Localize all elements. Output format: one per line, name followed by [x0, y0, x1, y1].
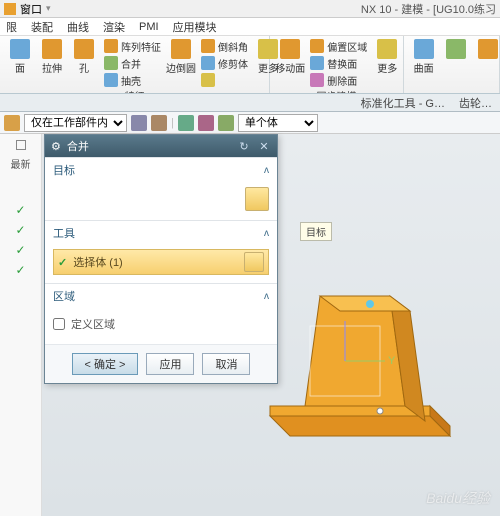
- define-region-checkbox[interactable]: [53, 318, 65, 330]
- window-menu[interactable]: 窗口: [20, 1, 42, 17]
- menubar: 限 装配 曲线 渲染 PMI 应用模块: [0, 18, 500, 36]
- chevron-up-icon: ʌ: [264, 228, 269, 239]
- menu-curve[interactable]: 曲线: [67, 19, 89, 35]
- tool-body-icon[interactable]: [244, 252, 264, 272]
- chevron-up-icon: ʌ: [264, 165, 269, 176]
- ribbon-chamfer[interactable]: 倒斜角: [199, 38, 250, 54]
- section-tool: 工具ʌ ✓ 选择体 (1): [45, 220, 277, 283]
- ribbon-tab-std[interactable]: 标准化工具 - G…: [357, 95, 449, 111]
- check-icon: ✓: [15, 263, 25, 277]
- section-header-region[interactable]: 区域ʌ: [45, 284, 277, 308]
- menu-xian[interactable]: 限: [6, 19, 17, 35]
- check-icon: ✓: [15, 243, 25, 257]
- sel-icon[interactable]: [4, 115, 20, 131]
- menu-assembly[interactable]: 装配: [31, 19, 53, 35]
- apply-button[interactable]: 应用: [146, 353, 194, 375]
- cancel-button[interactable]: 取消: [202, 353, 250, 375]
- ribbon-s3[interactable]: [474, 38, 500, 60]
- titlebar: 窗口 ▾ NX 10 - 建模 - [UG10.0练习: [0, 0, 500, 18]
- ribbon-group-surface: 曲面: [404, 36, 500, 93]
- ribbon-unite[interactable]: 合并: [102, 55, 163, 71]
- tooltip-target: 目标: [300, 222, 332, 241]
- ribbon-more2[interactable]: 更多: [373, 38, 401, 76]
- ribbon-shell[interactable]: 抽壳: [102, 72, 163, 88]
- section-header-tool[interactable]: 工具ʌ: [45, 221, 277, 245]
- ribbon-tab-gear[interactable]: 齿轮…: [455, 95, 496, 111]
- tool-select-label: 选择体 (1): [73, 254, 238, 270]
- ribbon-replace[interactable]: 替换面: [308, 55, 369, 71]
- ribbon-pattern[interactable]: 阵列特征: [102, 38, 163, 54]
- ribbon-s2[interactable]: [442, 38, 470, 60]
- sel-i3[interactable]: [151, 115, 167, 131]
- ribbon-extrude[interactable]: 拉伸: [38, 38, 66, 76]
- define-region-row[interactable]: 定义区域: [53, 312, 269, 336]
- latest-label: 最新: [11, 156, 31, 171]
- unite-dialog: ⚙ 合并 ↻ ✕ 目标ʌ 工具ʌ ✓: [44, 134, 278, 384]
- ribbon-group-feature: 面 拉伸 孔 阵列特征 合并 抽壳 边倒圆 倒斜角 修剪体 更多 特征: [0, 36, 270, 93]
- dialog-buttons: < 确定 > 应用 取消: [45, 344, 277, 383]
- section-region: 区域ʌ 定义区域: [45, 283, 277, 344]
- svg-text:Y: Y: [388, 355, 396, 367]
- dialog-titlebar[interactable]: ⚙ 合并 ↻ ✕: [45, 135, 277, 157]
- ribbon-face[interactable]: 面: [6, 38, 34, 76]
- ribbon-moveface[interactable]: 移动面: [276, 38, 304, 76]
- close-icon[interactable]: ✕: [257, 139, 271, 153]
- cube-icon: [4, 3, 16, 15]
- ribbon-hole[interactable]: 孔: [70, 38, 98, 76]
- ribbon-tabstrip: 标准化工具 - G… 齿轮…: [0, 94, 500, 112]
- chevron-up-icon: ʌ: [264, 291, 269, 302]
- ribbon-offset[interactable]: 偏置区域: [308, 38, 369, 54]
- ribbon-edgeblend[interactable]: 边倒圆: [167, 38, 195, 76]
- checkbox-icon[interactable]: [16, 140, 26, 150]
- left-panel: 最新 ✓ ✓ ✓ ✓: [0, 134, 42, 516]
- sel-i2[interactable]: [131, 115, 147, 131]
- menu-pmi[interactable]: PMI: [139, 21, 159, 33]
- ok-button[interactable]: < 确定 >: [72, 353, 139, 375]
- ribbon: 面 拉伸 孔 阵列特征 合并 抽壳 边倒圆 倒斜角 修剪体 更多 特征 移动面 …: [0, 36, 500, 94]
- reset-icon[interactable]: ↻: [237, 139, 251, 153]
- sel-i4[interactable]: [178, 115, 194, 131]
- section-target: 目标ʌ: [45, 157, 277, 220]
- selection-toolbar: 仅在工作部件内 | 单个体: [0, 112, 500, 134]
- tool-select-row[interactable]: ✓ 选择体 (1): [53, 249, 269, 275]
- ribbon-delete[interactable]: 删除面: [308, 72, 369, 88]
- ribbon-trim[interactable]: 修剪体: [199, 55, 250, 71]
- scope-select[interactable]: 仅在工作部件内: [24, 114, 127, 132]
- check-icon: ✓: [58, 256, 67, 269]
- watermark: Baidu经验: [426, 488, 490, 508]
- section-header-target[interactable]: 目标ʌ: [45, 158, 277, 182]
- gear-icon[interactable]: ⚙: [51, 140, 61, 153]
- ribbon-surface[interactable]: 曲面: [410, 38, 438, 76]
- target-body-icon[interactable]: [245, 187, 269, 211]
- app-title: NX 10 - 建模 - [UG10.0练习: [361, 1, 496, 17]
- check-icon: ✓: [15, 203, 25, 217]
- ribbon-group-sync: 移动面 偏置区域 替换面 删除面 更多 同步建模: [270, 36, 403, 93]
- sel-i5[interactable]: [198, 115, 214, 131]
- menu-app[interactable]: 应用模块: [173, 19, 217, 35]
- ribbon-misc[interactable]: [199, 72, 250, 88]
- dialog-title: 合并: [67, 138, 89, 154]
- check-icon: ✓: [15, 223, 25, 237]
- define-region-label: 定义区域: [71, 316, 115, 332]
- filter-select[interactable]: 单个体: [238, 114, 318, 132]
- menu-render[interactable]: 渲染: [103, 19, 125, 35]
- sel-i6[interactable]: [218, 115, 234, 131]
